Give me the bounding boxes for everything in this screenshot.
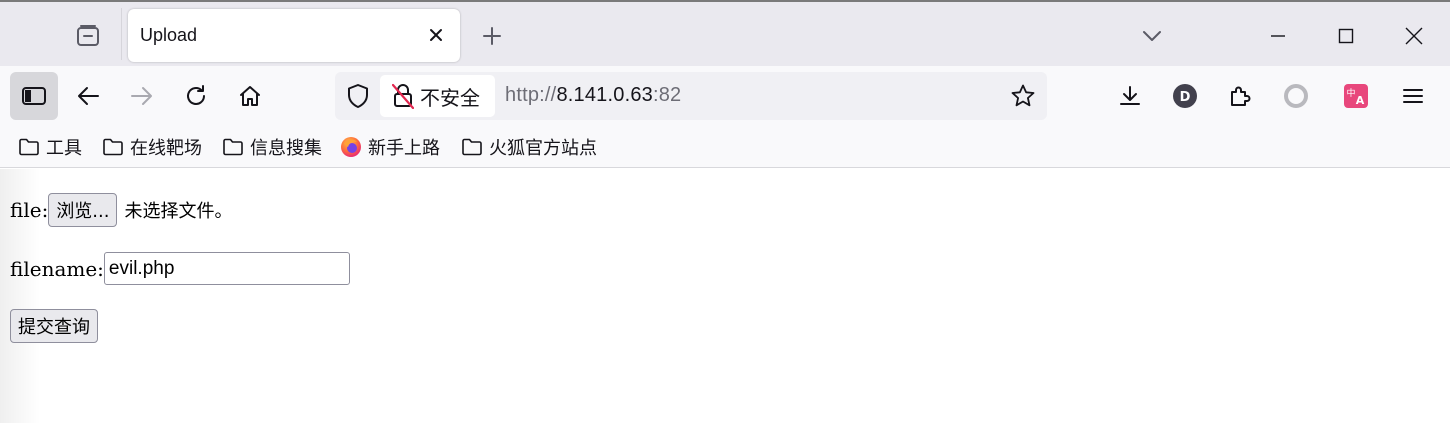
firefox-icon	[341, 137, 361, 157]
account-button[interactable]: D	[1169, 80, 1201, 112]
folder-icon	[223, 138, 243, 156]
url-text[interactable]: http://8.141.0.63:82	[505, 84, 681, 107]
tab-overview-icon	[77, 25, 99, 46]
insecure-label: 不安全	[420, 85, 480, 110]
bookmark-label: 在线靶场	[130, 138, 202, 159]
chevron-down-icon	[1143, 31, 1161, 41]
translate-icon: 中 A	[1344, 84, 1368, 108]
maximize-icon	[1338, 28, 1354, 44]
arrow-left-icon	[78, 87, 99, 105]
downloads-button[interactable]	[1114, 80, 1146, 112]
browse-button[interactable]: 浏览...	[48, 193, 118, 227]
folder-icon	[462, 138, 482, 156]
plus-icon	[483, 27, 501, 45]
home-button[interactable]	[226, 72, 274, 120]
app-menu-button[interactable]	[1397, 80, 1429, 112]
sidebar-toggle-button[interactable]	[10, 72, 58, 120]
bookmark-label: 工具	[46, 138, 82, 159]
no-file-selected-text: 未选择文件。	[124, 201, 233, 222]
forward-button[interactable]	[118, 72, 166, 120]
window-close-button[interactable]	[1396, 18, 1432, 54]
submit-row: 提交查询	[10, 309, 98, 343]
back-button[interactable]	[64, 72, 112, 120]
hamburger-menu-icon	[1403, 89, 1423, 103]
close-icon	[430, 29, 442, 41]
home-icon	[240, 86, 260, 106]
bookmark-getting-started[interactable]: 新手上路	[340, 134, 440, 160]
svg-text:A: A	[1356, 94, 1365, 107]
new-tab-button[interactable]	[476, 20, 508, 52]
tracking-protection-button[interactable]	[343, 82, 373, 110]
insecure-lock-icon	[392, 83, 414, 109]
record-circle-icon	[1284, 84, 1308, 108]
tab-upload[interactable]: Upload	[128, 9, 460, 62]
bookmark-label: 信息搜集	[250, 138, 322, 159]
url-port: :82	[652, 84, 682, 106]
file-row: file: 浏览... 未选择文件。	[10, 193, 232, 227]
window-maximize-button[interactable]	[1328, 18, 1364, 54]
download-icon	[1120, 86, 1140, 105]
extensions-button[interactable]	[1224, 80, 1256, 112]
filename-input[interactable]: evil.php	[103, 252, 350, 285]
arrow-right-icon	[131, 87, 152, 105]
page-content: file: 浏览... 未选择文件。 filename: evil.php 提交…	[0, 169, 1450, 423]
reload-button[interactable]	[172, 72, 220, 120]
star-icon	[1011, 84, 1035, 107]
file-label: file:	[10, 198, 49, 222]
navigation-toolbar: 不安全 http://8.141.0.63:82 D 中 A	[0, 66, 1450, 126]
folder-icon	[19, 138, 39, 156]
bookmark-label: 火狐官方站点	[489, 138, 597, 159]
extension-record-button[interactable]	[1280, 80, 1312, 112]
bookmark-folder-firefox-official[interactable]: 火狐官方站点	[461, 134, 597, 160]
tab-close-button[interactable]	[424, 23, 448, 47]
url-bar[interactable]: 不安全 http://8.141.0.63:82	[335, 72, 1047, 120]
bookmarks-toolbar: 工具 在线靶场 信息搜集 新手上路 火狐官方站点	[0, 126, 1450, 168]
minimize-icon	[1271, 35, 1285, 37]
close-icon	[1405, 27, 1423, 45]
list-all-tabs-button[interactable]	[1136, 20, 1168, 52]
account-initial: D	[1180, 90, 1191, 105]
tab-title: Upload	[140, 25, 198, 45]
svg-text:中: 中	[1346, 87, 1355, 99]
url-host: 8.141.0.63	[556, 84, 653, 106]
shield-icon	[348, 84, 368, 108]
submit-query-button[interactable]: 提交查询	[10, 309, 98, 343]
bookmark-folder-info-gathering[interactable]: 信息搜集	[222, 134, 322, 160]
account-avatar-icon: D	[1173, 84, 1197, 108]
window-minimize-button[interactable]	[1260, 18, 1296, 54]
folder-icon	[103, 138, 123, 156]
tab-separator	[121, 8, 122, 60]
translate-extension-button[interactable]: 中 A	[1340, 80, 1372, 112]
sidebar-icon	[22, 87, 46, 105]
url-scheme: http://	[505, 84, 557, 106]
puzzle-piece-icon	[1231, 86, 1251, 106]
bookmark-folder-online-range[interactable]: 在线靶场	[102, 134, 202, 160]
bookmark-folder-tools[interactable]: 工具	[18, 134, 82, 160]
bookmark-star-button[interactable]	[1009, 82, 1037, 110]
bookmark-label: 新手上路	[368, 138, 440, 159]
filename-label: filename:	[10, 256, 104, 281]
reload-icon	[187, 85, 205, 105]
tab-overview-button[interactable]	[68, 18, 108, 54]
tab-strip: Upload	[0, 0, 1450, 66]
connection-insecure-indicator[interactable]: 不安全	[380, 75, 495, 117]
filename-row: filename: evil.php	[10, 252, 350, 285]
